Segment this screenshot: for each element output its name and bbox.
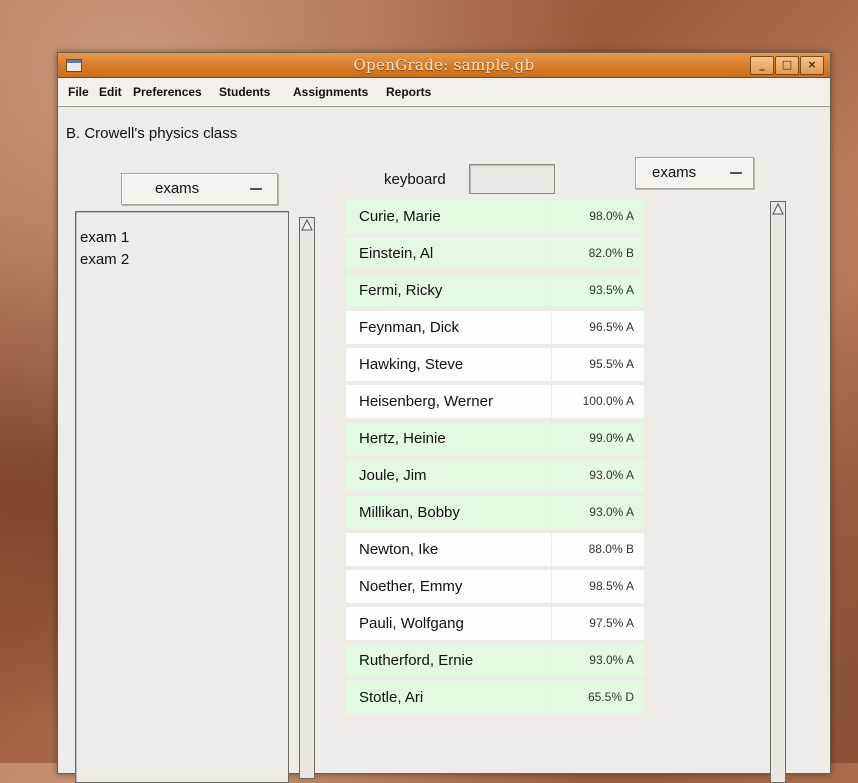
menu-assignments[interactable]: Assignments [293,85,368,99]
table-row[interactable]: Heisenberg, Werner 100.0% A [346,385,644,420]
grade-cell[interactable]: 98.0% A [552,200,644,233]
left-category-select[interactable]: exams [121,173,278,205]
menu-file[interactable]: File [68,85,89,99]
opengrade-window: OpenGrade: sample.gb _ □ × File Edit Pre… [57,52,831,783]
grade-cell[interactable]: 82.0% B [552,237,644,270]
table-row[interactable]: Einstein, Al 82.0% B [346,237,644,272]
menu-edit[interactable]: Edit [99,85,122,99]
grade-cell[interactable]: 96.5% A [552,311,644,344]
student-name-cell[interactable]: Fermi, Ricky [346,274,551,307]
table-row[interactable]: Hertz, Heinie 99.0% A [346,422,644,457]
student-name-cell[interactable]: Stotle, Ari [346,681,551,714]
assignment-list-scrollbar[interactable] [299,217,315,779]
menu-reports[interactable]: Reports [386,85,431,99]
grade-cell[interactable]: 95.5% A [552,348,644,381]
student-name-cell[interactable]: Pauli, Wolfgang [346,607,551,640]
grade-cell[interactable]: 93.5% A [552,274,644,307]
table-row[interactable]: Stotle, Ari 65.5% D [346,681,644,716]
grade-cell[interactable]: 93.0% A [552,459,644,492]
minimize-button[interactable]: _ [750,56,774,75]
student-name-cell[interactable]: Curie, Marie [346,200,551,233]
grade-cell[interactable]: 88.0% B [552,533,644,566]
title-bar[interactable]: OpenGrade: sample.gb _ □ × [58,53,830,78]
dropdown-indicator-icon [730,172,742,174]
right-category-value: exams [652,164,697,181]
grade-cell[interactable]: 97.5% A [552,607,644,640]
student-name-cell[interactable]: Hertz, Heinie [346,422,551,455]
keyboard-input[interactable] [469,164,555,194]
student-name-cell[interactable]: Millikan, Bobby [346,496,551,529]
assignment-list[interactable]: exam 1 exam 2 [75,211,289,783]
menu-bar: File Edit Preferences Students Assignmen… [58,78,830,107]
close-button[interactable]: × [800,56,824,75]
grade-cell[interactable]: 93.0% A [552,644,644,677]
dropdown-indicator-icon [250,188,262,190]
scroll-up-icon[interactable] [772,203,784,215]
grade-cell[interactable]: 93.0% A [552,496,644,529]
keyboard-label: keyboard [384,171,446,188]
student-name-cell[interactable]: Hawking, Steve [346,348,551,381]
grade-cell[interactable]: 65.5% D [552,681,644,714]
table-row[interactable]: Curie, Marie 98.0% A [346,200,644,235]
window-title: OpenGrade: sample.gb [353,56,535,74]
list-item[interactable]: exam 2 [80,251,129,268]
menu-preferences[interactable]: Preferences [133,85,202,99]
student-name-cell[interactable]: Noether, Emmy [346,570,551,603]
menu-students[interactable]: Students [219,85,270,99]
student-name-cell[interactable]: Newton, Ike [346,533,551,566]
student-name-cell[interactable]: Heisenberg, Werner [346,385,551,418]
scroll-up-icon[interactable] [301,219,313,231]
table-row[interactable]: Feynman, Dick 96.5% A [346,311,644,346]
left-category-value: exams [155,180,200,197]
student-name-cell[interactable]: Einstein, Al [346,237,551,270]
student-name-cell[interactable]: Joule, Jim [346,459,551,492]
table-row[interactable]: Pauli, Wolfgang 97.5% A [346,607,644,642]
class-name-label: B. Crowell's physics class [66,125,238,142]
right-category-select[interactable]: exams [635,157,754,189]
grade-cell[interactable]: 98.5% A [552,570,644,603]
table-row[interactable]: Rutherford, Ernie 93.0% A [346,644,644,679]
table-row[interactable]: Fermi, Ricky 93.5% A [346,274,644,309]
table-row[interactable]: Noether, Emmy 98.5% A [346,570,644,605]
table-row[interactable]: Newton, Ike 88.0% B [346,533,644,568]
grade-cell[interactable]: 99.0% A [552,422,644,455]
maximize-button[interactable]: □ [775,56,799,75]
student-name-cell[interactable]: Rutherford, Ernie [346,644,551,677]
grade-cell[interactable]: 100.0% A [552,385,644,418]
table-row[interactable]: Hawking, Steve 95.5% A [346,348,644,383]
grades-scrollbar[interactable] [770,201,786,783]
list-item[interactable]: exam 1 [80,229,129,246]
table-row[interactable]: Millikan, Bobby 93.0% A [346,496,644,531]
student-name-cell[interactable]: Feynman, Dick [346,311,551,344]
table-row[interactable]: Joule, Jim 93.0% A [346,459,644,494]
